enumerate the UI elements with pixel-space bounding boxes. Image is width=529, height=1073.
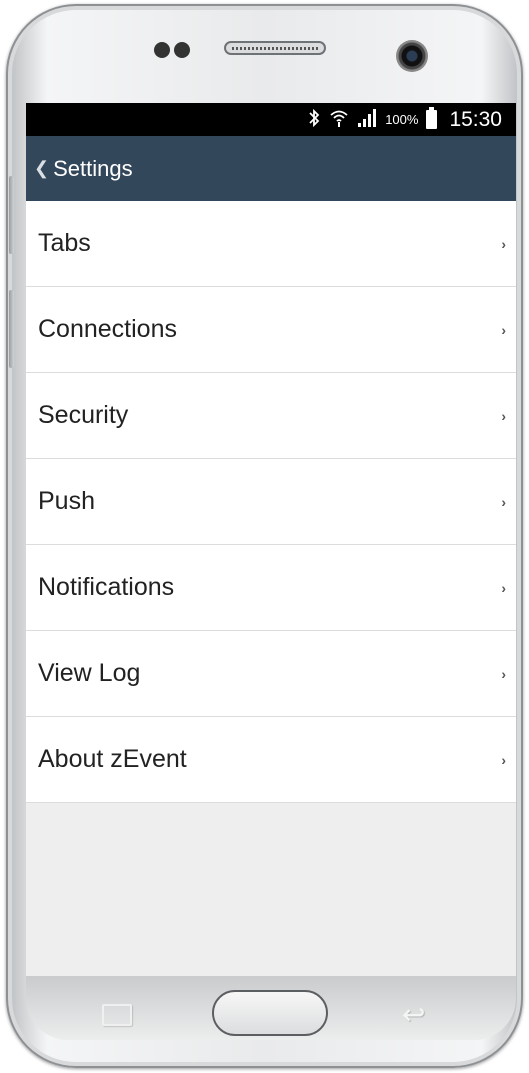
menu-item-about[interactable]: About zEvent ›: [26, 717, 516, 803]
screen: 100% 15:30 ❮ Settings Tabs › Connections…: [26, 103, 516, 976]
menu-item-tabs[interactable]: Tabs ›: [26, 201, 516, 287]
volume-button: [9, 176, 14, 254]
status-bar: 100% 15:30: [26, 103, 516, 136]
chevron-right-icon: ›: [501, 407, 506, 424]
chevron-right-icon: ›: [501, 665, 506, 682]
menu-item-label: View Log: [38, 659, 141, 687]
menu-item-security[interactable]: Security ›: [26, 373, 516, 459]
chevron-right-icon: ›: [501, 321, 506, 338]
chevron-right-icon: ›: [501, 235, 506, 252]
earpiece-speaker: [224, 41, 326, 55]
settings-back-button[interactable]: ❮ Settings: [26, 136, 516, 201]
front-camera: [396, 40, 428, 72]
sensor-dots: [154, 42, 190, 58]
bluetooth-icon: [308, 108, 321, 131]
status-time: 15:30: [449, 107, 502, 131]
signal-icon: [357, 108, 377, 131]
menu-item-label: Security: [38, 401, 129, 429]
recent-apps-icon[interactable]: [102, 1004, 132, 1026]
chevron-left-icon: ❮: [34, 158, 50, 178]
chevron-right-icon: ›: [501, 579, 506, 596]
wifi-icon: [329, 108, 349, 132]
settings-menu-list: Tabs › Connections › Security › Push › N…: [26, 201, 516, 803]
menu-item-push[interactable]: Push ›: [26, 459, 516, 545]
home-button[interactable]: [212, 990, 328, 1036]
menu-item-notifications[interactable]: Notifications ›: [26, 545, 516, 631]
bottom-bezel: ↩: [26, 976, 516, 1040]
chevron-right-icon: ›: [501, 751, 506, 768]
battery-icon: [426, 107, 438, 129]
menu-item-view-log[interactable]: View Log ›: [26, 631, 516, 717]
menu-item-label: Push: [38, 487, 95, 515]
menu-item-label: Tabs: [38, 229, 91, 257]
side-button: [9, 290, 14, 368]
menu-item-label: About zEvent: [38, 745, 187, 773]
menu-item-label: Notifications: [38, 573, 175, 601]
chevron-right-icon: ›: [501, 493, 506, 510]
menu-item-connections[interactable]: Connections ›: [26, 287, 516, 373]
back-arrow-icon[interactable]: ↩: [402, 998, 425, 1031]
nav-title: Settings: [53, 155, 133, 181]
menu-item-label: Connections: [38, 315, 177, 343]
battery-percent: 100%: [385, 112, 419, 127]
